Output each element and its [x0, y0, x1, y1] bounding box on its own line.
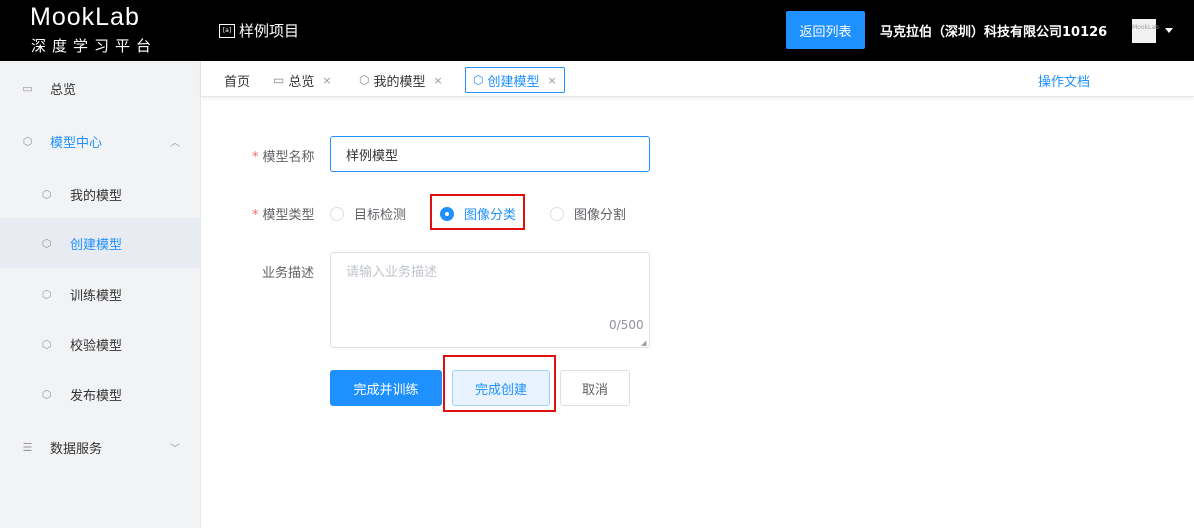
- cancel-button[interactable]: 取消: [560, 370, 630, 406]
- radio-circle-icon: [330, 206, 344, 221]
- highlight-box: [430, 194, 525, 230]
- overview-icon: ▭: [273, 73, 285, 87]
- cube-publish-icon: ⬡: [41, 387, 52, 401]
- project-name: 样例项目: [239, 22, 300, 40]
- cube-icon: ⬡: [41, 187, 52, 201]
- radio-object-detection[interactable]: 目标检测: [330, 204, 406, 223]
- logo-subtitle: 深度学习平台: [31, 37, 158, 55]
- radio-label: 目标检测: [354, 208, 407, 223]
- required-mark: *: [252, 208, 259, 223]
- logo[interactable]: MookLab 深度学习平台: [0, 0, 201, 61]
- cube-icon: ⬡: [41, 236, 52, 250]
- back-to-list-button[interactable]: 返回列表: [786, 11, 865, 49]
- char-counter: 0/500: [609, 318, 644, 332]
- model-name-input[interactable]: [330, 136, 650, 172]
- sidebar-item-data-service[interactable]: ☰ 数据服务 ﹀: [0, 422, 200, 472]
- sidebar-item-label: 校验模型: [70, 338, 123, 354]
- close-icon[interactable]: ×: [548, 74, 557, 87]
- tab-create-model[interactable]: ⬡ 创建模型 ×: [465, 67, 565, 93]
- sidebar-item-label: 数据服务: [50, 441, 103, 457]
- model-name-label: * 模型名称: [252, 146, 315, 165]
- sidebar-item-label: 创建模型: [70, 237, 123, 253]
- tabs-bar: 首页 ▭ 总览 × ⬡ 我的模型 × ⬡ 创建模型 × 操作文档: [201, 61, 1194, 97]
- cube-icon: ⬡: [359, 73, 370, 87]
- tab-my-models[interactable]: ⬡ 我的模型 ×: [352, 67, 450, 93]
- sidebar-item-label: 模型中心: [50, 135, 103, 151]
- business-desc-label: 业务描述: [262, 266, 315, 281]
- tab-home[interactable]: 首页: [217, 67, 257, 93]
- chevron-down-icon: ﹀: [170, 443, 180, 455]
- company-name: 马克拉伯（深圳）科技有限公司10126: [880, 25, 1108, 40]
- cube-icon: ⬡: [473, 73, 484, 87]
- sidebar-item-validate-model[interactable]: ⬡ 校验模型: [0, 319, 200, 369]
- model-type-label: * 模型类型: [252, 204, 315, 223]
- top-header: MookLab 深度学习平台 [a] 样例项目 返回列表 马克拉伯（深圳）科技有…: [0, 0, 1194, 61]
- required-mark: *: [252, 150, 259, 165]
- highlight-box: [443, 355, 556, 412]
- sidebar-item-label: 我的模型: [70, 188, 123, 204]
- project-icon: [a]: [219, 23, 235, 38]
- sidebar-item-my-models[interactable]: ⬡ 我的模型: [0, 169, 200, 219]
- tab-label: 首页: [224, 74, 251, 90]
- radio-circle-icon: [550, 206, 564, 221]
- close-icon[interactable]: ×: [434, 74, 443, 87]
- overview-icon: ▭: [22, 81, 33, 95]
- docs-link[interactable]: 操作文档: [1038, 71, 1090, 90]
- tab-overview[interactable]: ▭ 总览 ×: [266, 67, 339, 93]
- sidebar-item-publish-model[interactable]: ⬡ 发布模型: [0, 369, 200, 419]
- sidebar-item-create-model[interactable]: ⬡ 创建模型: [0, 218, 200, 268]
- radio-image-segmentation[interactable]: 图像分割: [550, 204, 626, 223]
- cube-check-icon: ⬡: [41, 337, 52, 351]
- model-type-label-text: 模型类型: [262, 208, 315, 223]
- radio-label: 图像分割: [574, 208, 627, 223]
- sidebar-item-train-model[interactable]: ⬡ 训练模型: [0, 269, 200, 319]
- resize-grip-icon[interactable]: ◢: [641, 339, 646, 347]
- sidebar-item-label: 总览: [50, 82, 77, 98]
- model-name-label-text: 模型名称: [262, 150, 315, 165]
- logo-title: MookLab: [30, 3, 140, 31]
- chevron-up-icon: ︿: [170, 137, 180, 149]
- close-icon[interactable]: ×: [322, 74, 331, 87]
- finish-and-train-button[interactable]: 完成并训练: [330, 370, 442, 406]
- tab-label: 我的模型: [373, 74, 426, 90]
- sidebar-item-overview[interactable]: ▭ 总览: [0, 63, 200, 113]
- cube-icon: ⬡: [41, 287, 52, 301]
- cube-icon: ⬡: [22, 134, 33, 148]
- sidebar-item-label: 训练模型: [70, 288, 123, 304]
- sidebar-item-model-center[interactable]: ⬡ 模型中心 ︿: [0, 116, 200, 166]
- sidebar-item-label: 发布模型: [70, 388, 123, 404]
- tab-label: 总览: [288, 74, 315, 90]
- project-title: [a] 样例项目: [219, 20, 299, 41]
- business-desc-textarea[interactable]: [330, 252, 650, 348]
- tab-label: 创建模型: [487, 74, 540, 90]
- caret-down-icon[interactable]: [1165, 28, 1173, 33]
- avatar[interactable]: MookLab: [1132, 19, 1159, 43]
- sidebar: ▭ 总览 ⬡ 模型中心 ︿ ⬡ 我的模型 ⬡ 创建模型 ⬡ 训练模型 ⬡ 校验模…: [0, 61, 201, 528]
- database-icon: ☰: [22, 440, 33, 454]
